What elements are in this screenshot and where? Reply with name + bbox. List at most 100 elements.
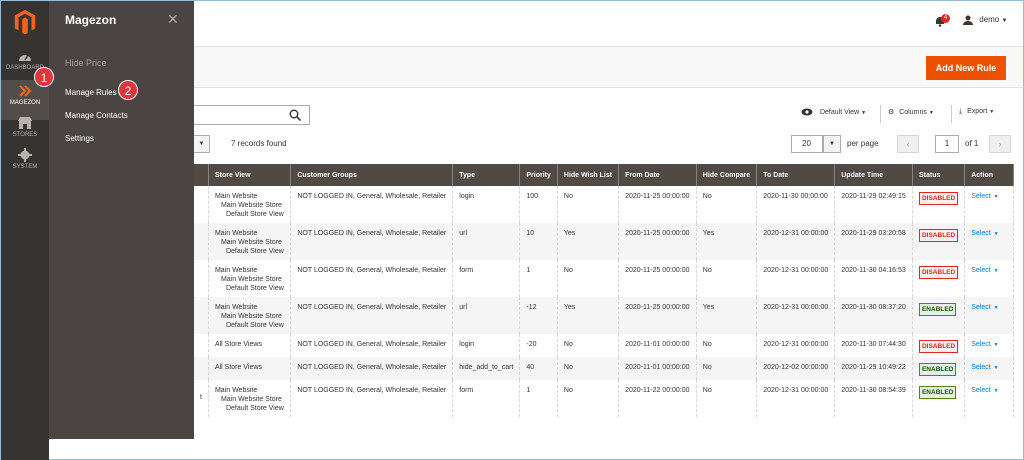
user-menu[interactable]: demo ▼ xyxy=(963,15,1007,25)
chevron-down-icon: ▼ xyxy=(993,342,999,348)
table-row[interactable]: Main Website Main Website Store Default St… xyxy=(194,260,1014,297)
close-icon[interactable]: ✕ xyxy=(167,11,179,28)
cell-store-view: All Store Views xyxy=(208,357,292,380)
row-action-select[interactable]: Select ▼ xyxy=(971,230,998,237)
columns-dropdown[interactable]: ⚙ Columns ▼ xyxy=(888,108,934,116)
column-header[interactable]: Status xyxy=(912,164,966,186)
column-header[interactable]: Action xyxy=(964,164,1014,186)
cell-hide-compare: Yes xyxy=(696,297,758,334)
cell-priority: 1 xyxy=(519,260,558,297)
row-action-select[interactable]: Select ▼ xyxy=(971,267,998,274)
column-header[interactable]: Hide Compare xyxy=(696,164,758,186)
cell-type: login xyxy=(452,186,521,223)
add-new-rule-button[interactable]: Add New Rule xyxy=(926,56,1006,80)
select-label: Select xyxy=(971,193,991,200)
dashboard-icon xyxy=(19,54,31,61)
cell-store-view: All Store Views xyxy=(208,334,292,357)
chevron-down-icon: ▼ xyxy=(1001,18,1008,25)
user-icon xyxy=(963,15,973,25)
column-header[interactable]: Priority xyxy=(519,164,558,186)
keyword-search-input[interactable] xyxy=(194,105,310,125)
cell-update-time: 2020-11-30 07:44:30 xyxy=(834,334,913,357)
cell-status: DISABLED xyxy=(912,223,966,260)
step-callout-1: 1 xyxy=(34,67,54,87)
cell-from-date: 2020-11-01 00:00:00 xyxy=(618,334,697,357)
rail-item-system[interactable]: SYSTEM xyxy=(1,144,49,184)
column-header[interactable]: Update Time xyxy=(834,164,913,186)
cell-to-date: 2020-11-30 00:00:00 xyxy=(756,186,836,223)
menu-item-settings[interactable]: Settings xyxy=(65,134,94,143)
status-badge: DISABLED xyxy=(918,340,959,353)
menu-item-manage-rules[interactable]: Manage Rules xyxy=(65,88,117,97)
rail-label: SYSTEM xyxy=(12,164,38,170)
column-header[interactable]: Store View xyxy=(208,164,292,186)
cell-lead xyxy=(194,334,209,357)
cell-priority: 1 xyxy=(519,380,558,417)
current-page-input[interactable]: 1 xyxy=(935,135,959,153)
total-pages-label: of 1 xyxy=(965,139,979,148)
table-row[interactable]: Main Website Main Website Store Default St… xyxy=(194,297,1014,334)
per-page-toggle[interactable]: ▼ xyxy=(823,135,841,153)
chevron-down-icon: ▼ xyxy=(861,109,867,116)
column-header[interactable]: Type xyxy=(452,164,521,186)
cell-to-date: 2020-12-31 00:00:00 xyxy=(756,334,836,357)
column-header[interactable]: To Date xyxy=(756,164,836,186)
toolbar-divider xyxy=(880,105,881,123)
chevron-down-icon: ▼ xyxy=(993,365,999,371)
cell-hide-compare: No xyxy=(696,334,758,357)
cell-store-view: Main Website Main Website Store Default St… xyxy=(208,260,292,297)
table-row[interactable]: Main Website Main Website Store Default St… xyxy=(194,223,1014,260)
records-found-count: 7 records found xyxy=(231,139,287,148)
store-view-line: Main Website xyxy=(214,230,258,237)
row-action-select[interactable]: Select ▼ xyxy=(971,387,998,394)
cell-from-date: 2020-11-25 00:00:00 xyxy=(618,186,697,223)
cell-hide-compare: No xyxy=(696,186,758,223)
cell-from-date: 2020-11-25 00:00:00 xyxy=(618,260,697,297)
row-action-select[interactable]: Select ▼ xyxy=(971,304,998,311)
cell-hide-wish-list: No xyxy=(557,186,620,223)
chevron-down-icon: ▼ xyxy=(993,268,999,274)
store-view-line: Main Website Store xyxy=(220,396,282,403)
grid-header-row: Store View Customer Groups Type Priority… xyxy=(194,164,1014,186)
cell-hide-wish-list: No xyxy=(557,260,620,297)
cell-type: form xyxy=(452,380,521,417)
search-icon[interactable] xyxy=(289,109,301,121)
cell-hide-wish-list: Yes xyxy=(557,223,620,260)
columns-label: Columns xyxy=(899,109,927,116)
per-page-input[interactable]: 20 xyxy=(791,135,823,153)
row-action-select[interactable]: Select ▼ xyxy=(971,364,998,371)
rail-label: STORES xyxy=(12,132,38,138)
column-header[interactable] xyxy=(194,164,209,186)
default-view-dropdown[interactable]: Default View ▼ xyxy=(801,108,866,116)
cell-store-view: Main Website Main Website Store Default St… xyxy=(208,380,292,417)
gear-icon: ⚙ xyxy=(888,109,895,116)
column-header[interactable]: Hide Wish List xyxy=(557,164,620,186)
chevron-left-icon: ‹ xyxy=(906,139,910,149)
cell-hide-wish-list: Yes xyxy=(557,297,620,334)
column-header[interactable]: Customer Groups xyxy=(290,164,454,186)
previous-page-button[interactable]: ‹ xyxy=(897,135,919,153)
select-label: Select xyxy=(971,364,991,371)
select-label: Select xyxy=(971,341,991,348)
export-dropdown[interactable]: ⤓ Export ▼ xyxy=(959,108,994,116)
cell-priority: -12 xyxy=(519,297,558,334)
row-action-select[interactable]: Select ▼ xyxy=(971,193,998,200)
status-badge: ENABLED xyxy=(918,363,957,376)
table-row[interactable]: t Main Website Main Website Store Default S… xyxy=(194,380,1014,417)
store-view-line: Default Store View xyxy=(225,405,284,412)
table-row[interactable]: All Store Views NOT LOGGED IN, General, W… xyxy=(194,334,1014,357)
cell-status: DISABLED xyxy=(912,186,966,223)
mass-actions-toggle[interactable]: ▼ xyxy=(194,135,210,153)
table-row[interactable]: Main Website Main Website Store Default St… xyxy=(194,186,1014,223)
row-action-select[interactable]: Select ▼ xyxy=(971,341,998,348)
magento-logo-icon[interactable] xyxy=(13,9,37,35)
cell-action: Select ▼ xyxy=(964,297,1014,334)
next-page-button[interactable]: › xyxy=(989,135,1011,153)
cell-hide-wish-list: No xyxy=(557,380,620,417)
cell-type: url xyxy=(452,297,521,334)
cell-priority: 100 xyxy=(519,186,558,223)
menu-item-manage-contacts[interactable]: Manage Contacts xyxy=(65,111,128,120)
cell-customer-groups: NOT LOGGED IN, General, Wholesale, Retai… xyxy=(290,186,454,223)
table-row[interactable]: All Store Views NOT LOGGED IN, General, W… xyxy=(194,357,1014,380)
column-header[interactable]: From Date xyxy=(618,164,697,186)
